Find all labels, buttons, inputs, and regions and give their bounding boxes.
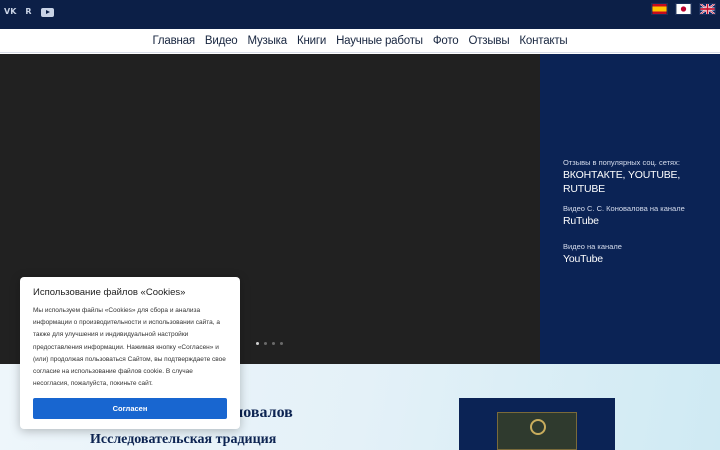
nav-item-contacts[interactable]: Контакты — [519, 35, 567, 47]
nav-item-photo[interactable]: Фото — [433, 35, 459, 47]
rutube-link-block[interactable]: Видео С. С. Коновалова на канале RuTube — [563, 204, 713, 228]
slider-dots — [256, 342, 283, 345]
cookie-accept-button[interactable]: Согласен — [33, 398, 227, 419]
slider-dot[interactable] — [280, 342, 283, 345]
rutube-caption: Видео С. С. Коновалова на канале — [563, 204, 685, 213]
slider-dot[interactable] — [272, 342, 275, 345]
section-title: Исследовательская традиция — [90, 432, 277, 447]
cookie-text: Мы используем файлы «Cookies» для сбора … — [33, 307, 226, 388]
book-image — [497, 412, 577, 450]
cookie-dialog: Использование файлов «Cookies» Мы исполь… — [20, 277, 240, 429]
main-nav: Главная Видео Музыка Книги Научные работ… — [0, 29, 720, 53]
vk-icon[interactable]: VK — [4, 6, 16, 18]
rutube-icon[interactable]: R — [25, 6, 31, 18]
youtube-link-block[interactable]: Видео на канале YouTube — [563, 242, 713, 266]
nav-item-home[interactable]: Главная — [153, 35, 196, 47]
nav-item-books[interactable]: Книги — [297, 35, 326, 47]
reviews-link-block[interactable]: Отзывы в популярных соц. сетях: ВКОНТАКТ… — [563, 158, 713, 196]
book-cover[interactable] — [459, 398, 615, 450]
nav-item-reviews[interactable]: Отзывы — [468, 35, 509, 47]
language-switcher — [651, 3, 716, 15]
emblem-icon — [530, 419, 546, 435]
reviews-networks[interactable]: ВКОНТАКТЕ, YOUTUBE, RUTUBE — [563, 168, 713, 196]
side-panel: Отзывы в популярных соц. сетях: ВКОНТАКТ… — [540, 54, 720, 364]
youtube-icon[interactable] — [40, 7, 54, 17]
nav-item-research[interactable]: Научные работы — [336, 35, 423, 47]
japan-flag-icon[interactable] — [675, 3, 692, 15]
spain-flag-icon[interactable] — [651, 3, 668, 15]
nav-item-video[interactable]: Видео — [205, 35, 238, 47]
youtube-link[interactable]: YouTube — [563, 252, 713, 266]
uk-flag-icon[interactable] — [699, 3, 716, 15]
top-bar: VK R — [0, 0, 720, 29]
slider-dot[interactable] — [264, 342, 267, 345]
cookie-title: Использование файлов «Cookies» — [33, 287, 186, 298]
rutube-link[interactable]: RuTube — [563, 214, 713, 228]
slider-dot[interactable] — [256, 342, 259, 345]
youtube-caption: Видео на канале — [563, 242, 622, 251]
nav-item-music[interactable]: Музыка — [247, 35, 287, 47]
reviews-caption: Отзывы в популярных соц. сетях: — [563, 158, 680, 167]
social-links: VK R — [4, 6, 54, 18]
